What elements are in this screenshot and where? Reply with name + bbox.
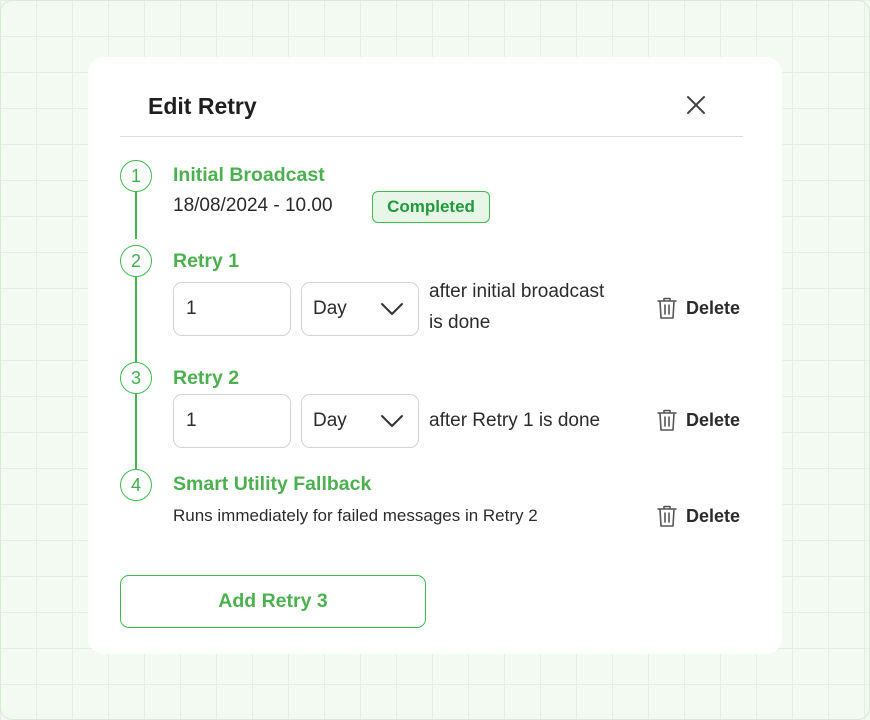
trash-icon xyxy=(657,505,677,527)
delete-fallback-button[interactable]: Delete xyxy=(656,503,740,529)
retry-2-interval-input[interactable] xyxy=(173,394,291,448)
step-title-smart-utility-fallback: Smart Utility Fallback xyxy=(173,473,372,495)
delete-label: Delete xyxy=(686,409,741,430)
select-value: Day xyxy=(313,298,347,319)
after-text-line: after initial broadcast xyxy=(429,281,605,302)
fallback-description: Runs immediately for failed messages in … xyxy=(173,506,538,525)
select-value: Day xyxy=(313,410,347,431)
retry-1-interval-input[interactable] xyxy=(173,282,291,336)
delete-label: Delete xyxy=(686,505,741,526)
chevron-down-icon xyxy=(381,415,403,427)
chevron-down-icon xyxy=(381,303,403,315)
delete-retry-1-button[interactable]: Delete xyxy=(656,295,740,321)
edit-retry-modal: Edit Retry 1 Initial Broadcast 18/08/202… xyxy=(88,57,782,654)
delete-label: Delete xyxy=(686,297,741,318)
step-number-1: 1 xyxy=(120,160,152,192)
broadcast-datetime: 18/08/2024 - 10.00 xyxy=(173,195,333,216)
step-number-3: 3 xyxy=(120,362,152,394)
timeline-connector xyxy=(135,192,137,239)
step-title-initial-broadcast: Initial Broadcast xyxy=(173,164,325,186)
step-number-2: 2 xyxy=(120,245,152,277)
header-divider xyxy=(120,136,743,137)
trash-icon xyxy=(657,297,677,319)
close-icon xyxy=(687,96,705,114)
close-button[interactable] xyxy=(684,93,708,117)
timeline-connector xyxy=(135,277,137,362)
status-badge: Completed xyxy=(372,191,490,223)
add-retry-button[interactable]: Add Retry 3 xyxy=(120,575,426,628)
step-title-retry-2: Retry 2 xyxy=(173,367,240,389)
delete-retry-2-button[interactable]: Delete xyxy=(656,407,740,433)
retry-2-unit-select[interactable]: Day xyxy=(301,394,419,448)
timeline-connector xyxy=(135,394,137,469)
modal-title: Edit Retry xyxy=(148,93,257,119)
step-number-4: 4 xyxy=(120,469,152,501)
trash-icon xyxy=(657,409,677,431)
after-text-line: is done xyxy=(429,312,491,333)
retry-1-unit-select[interactable]: Day xyxy=(301,282,419,336)
retry-1-after-text: after initial broadcast is done xyxy=(429,276,604,338)
retry-2-after-text: after Retry 1 is done xyxy=(429,410,601,431)
step-title-retry-1: Retry 1 xyxy=(173,250,240,272)
